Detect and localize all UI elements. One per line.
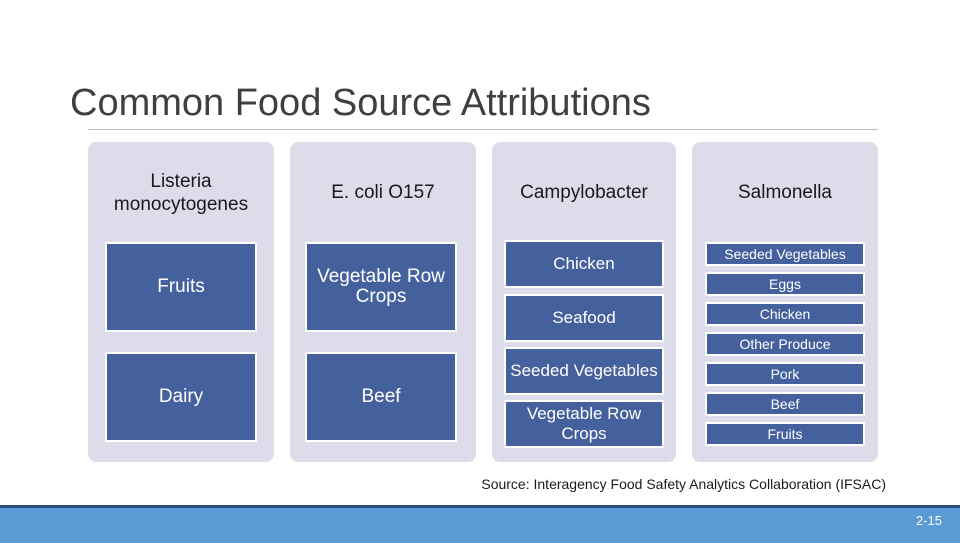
- source-note: Source: Interagency Food Safety Analytic…: [481, 476, 886, 492]
- title-divider: [88, 129, 878, 130]
- food-source-box: Vegetable Row Crops: [305, 242, 457, 332]
- food-source-box: Pork: [705, 362, 865, 386]
- food-source-box: Beef: [705, 392, 865, 416]
- column-header-campylobacter: Campylobacter: [520, 182, 648, 203]
- food-source-box: Eggs: [705, 272, 865, 296]
- column-header-ecoli: E. coli O157: [331, 182, 435, 203]
- column-header-salmonella: Salmonella: [738, 182, 832, 203]
- slide-number: 2-15: [915, 513, 942, 528]
- food-source-box: Vegetable Row Crops: [504, 400, 664, 448]
- food-source-box: Seafood: [504, 294, 664, 342]
- food-source-box: Seeded Vegetables: [705, 242, 865, 266]
- food-source-box: Chicken: [504, 240, 664, 288]
- slide: Common Food Source Attributions Listeria…: [0, 0, 960, 543]
- column-header-listeria: Listeria monocytogenes: [113, 171, 249, 215]
- food-source-box: Other Produce: [705, 332, 865, 356]
- footer-bar: [0, 505, 960, 543]
- food-source-box: Seeded Vegetables: [504, 347, 664, 395]
- food-source-box: Beef: [305, 352, 457, 442]
- food-source-box: Fruits: [705, 422, 865, 446]
- food-source-box: Chicken: [705, 302, 865, 326]
- food-source-box: Dairy: [105, 352, 257, 442]
- page-title: Common Food Source Attributions: [70, 82, 651, 124]
- food-source-box: Fruits: [105, 242, 257, 332]
